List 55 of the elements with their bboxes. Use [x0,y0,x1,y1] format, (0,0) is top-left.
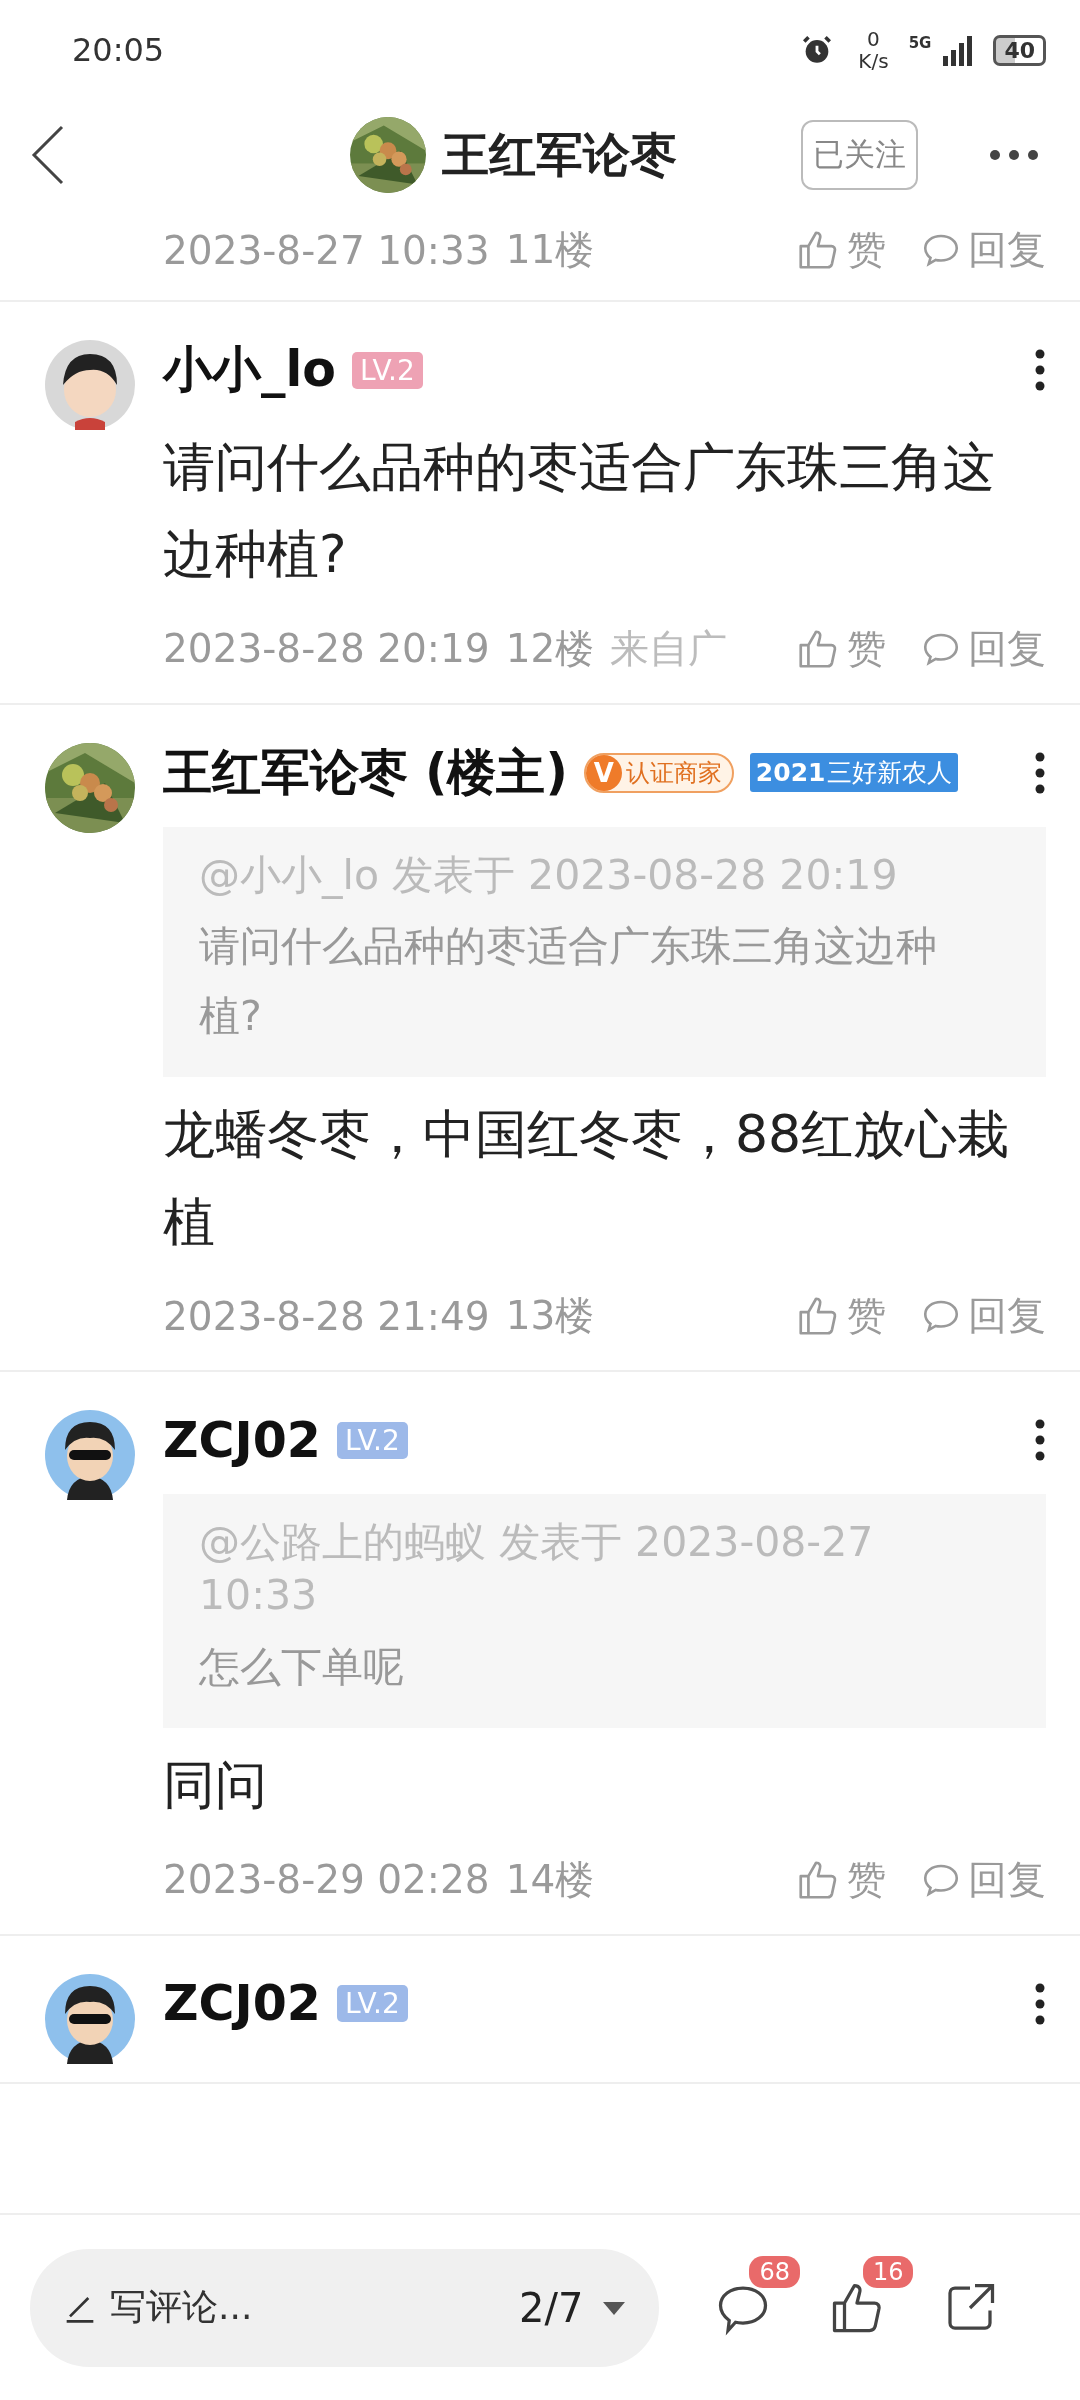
count-badge: 16 [862,2255,914,2288]
comment-input[interactable]: 写评论... 2/7 [30,2248,660,2367]
follow-button[interactable]: 已关注 [801,120,918,190]
speed-unit: K/s [858,50,889,72]
reply-button[interactable]: 回复 [920,223,1046,277]
avatar-icon [45,1410,135,1501]
verified-badge: V 认证商家 [583,752,734,793]
post-time: 2023-8-28 21:49 [163,1293,490,1339]
battery-indicator: 40 [993,34,1046,66]
floor-number: 13楼 [505,1292,595,1341]
page-title: 王红军论枣 [442,125,677,184]
user-name[interactable]: ZCJ02 [163,1975,321,2033]
level-badge: LV.2 [351,351,423,389]
page-indicator[interactable]: 2/7 [519,2284,584,2331]
more-icon[interactable] [988,148,1040,162]
like-button[interactable]: 赞 [795,1852,886,1907]
quote-meta: @公路上的蚂蚁 发表于 2023-08-27 10:33 [199,1517,875,1622]
like-button[interactable]: 赞 [795,621,886,676]
comment-placeholder: 写评论... [110,2285,253,2329]
quote-meta: @小小_lo 发表于 2023-08-28 20:19 [199,849,899,901]
reply-button[interactable]: 回复 [920,1289,1046,1344]
quote-text: 怎么下单呢 [199,1641,405,1693]
more-icon[interactable] [1034,348,1046,392]
back-icon[interactable] [30,125,66,185]
level-badge: LV.2 [336,1985,408,2023]
comment-text: 请问什么品种的枣适合广东珠三角这边种植? [163,436,996,587]
speed-value: 0 [867,28,880,50]
floor-number: 11楼 [505,226,595,274]
like-button[interactable]: 赞 [795,1289,886,1344]
comment-text: 龙蟠冬枣，中国红冬枣，88红放心栽植 [163,1103,1011,1254]
post-time: 2023-8-29 02:28 [163,1857,490,1903]
avatar-icon [45,1973,135,2064]
count-badge: 68 [749,2255,800,2288]
network-type: 5G [908,34,932,52]
more-icon[interactable] [1034,1981,1046,2026]
clock-time: 20:05 [72,31,165,69]
post-time: 2023-8-28 20:19 [163,626,490,672]
more-icon[interactable] [1034,750,1046,795]
location-text: 来自广 [610,624,728,673]
user-name[interactable]: 小小_lo [163,337,336,403]
more-icon[interactable] [1034,1418,1046,1463]
post-time: 2023-8-27 10:33 [163,227,490,273]
level-badge: LV.2 [336,1421,408,1459]
floor-number: 12楼 [505,624,595,673]
floor-number: 14楼 [505,1855,595,1904]
user-name[interactable]: ZCJ02 [163,1411,321,1469]
quote-text: 请问什么品种的枣适合广东珠三角这边种植? [199,921,938,1042]
reply-button[interactable]: 回复 [920,621,1046,676]
award-badge: 2021三好新农人 [749,753,959,793]
reply-button[interactable]: 回复 [920,1852,1046,1907]
dropdown-caret-icon[interactable] [601,2299,628,2316]
avatar-icon [45,340,135,430]
like-button[interactable]: 赞 [795,223,886,277]
comment-text: 同问 [163,1754,268,1818]
user-name[interactable]: 王红军论枣 (楼主) [163,739,568,806]
